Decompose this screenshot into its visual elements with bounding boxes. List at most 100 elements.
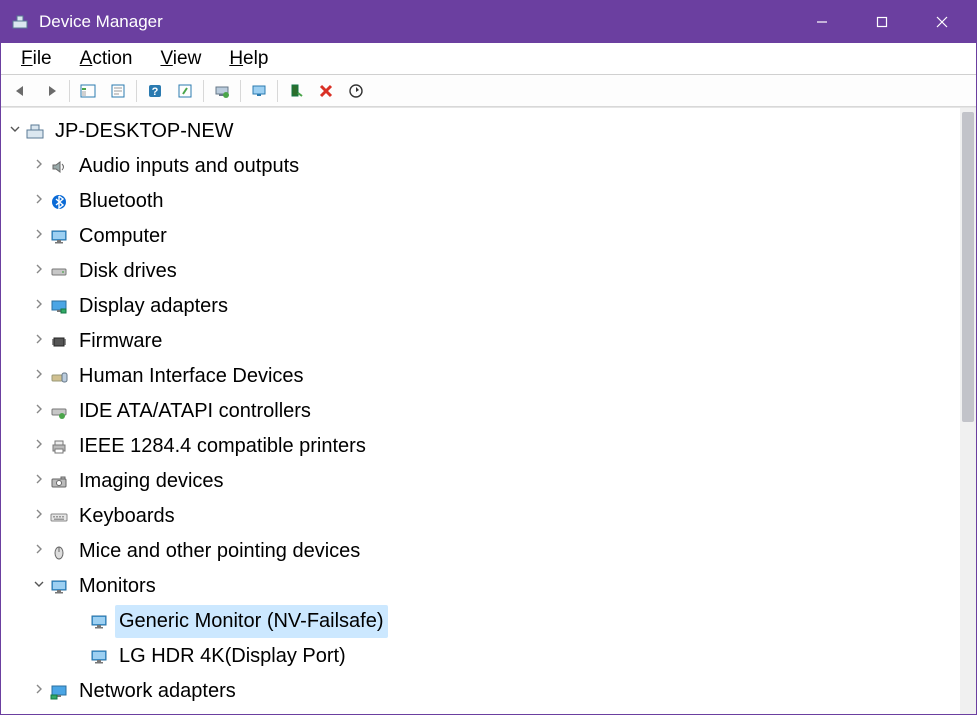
tree-category-audio[interactable]: Audio inputs and outputs <box>1 149 960 184</box>
tree-item-label: Imaging devices <box>75 465 228 498</box>
tree-item-label: Human Interface Devices <box>75 360 308 393</box>
help-icon: ? <box>147 83 163 99</box>
printer-icon <box>49 438 69 456</box>
toolbar-separator <box>203 80 204 102</box>
tree-category-ieee[interactable]: IEEE 1284.4 compatible printers <box>1 429 960 464</box>
maximize-button[interactable] <box>852 1 912 43</box>
expand-icon[interactable] <box>31 403 47 420</box>
toolbar-forward-button[interactable] <box>37 78 65 104</box>
monitor-icon <box>49 228 69 246</box>
tree-item-label: LG HDR 4K(Display Port) <box>115 640 350 673</box>
tree-category-keyboards[interactable]: Keyboards <box>1 499 960 534</box>
collapse-icon[interactable] <box>7 123 23 140</box>
vertical-scrollbar[interactable] <box>960 108 976 714</box>
expand-icon[interactable] <box>31 368 47 385</box>
content-area: JP-DESKTOP-NEWAudio inputs and outputsBl… <box>1 107 976 714</box>
tree-item-label: Audio inputs and outputs <box>75 150 303 183</box>
scrollbar-thumb[interactable] <box>962 112 974 422</box>
expand-icon[interactable] <box>31 508 47 525</box>
menu-file[interactable]: File <box>7 46 66 72</box>
tree-device-mon1[interactable]: Generic Monitor (NV-Failsafe) <box>1 604 960 639</box>
expand-icon[interactable] <box>31 473 47 490</box>
titlebar: Device Manager <box>1 1 976 43</box>
keyboard-icon <box>49 508 69 526</box>
expand-icon[interactable] <box>31 333 47 350</box>
tree-category-computer[interactable]: Computer <box>1 219 960 254</box>
collapse-icon[interactable] <box>31 578 47 595</box>
tree-category-hid[interactable]: Human Interface Devices <box>1 359 960 394</box>
tree-item-label: Keyboards <box>75 500 179 533</box>
tree-item-label: Generic Monitor (NV-Failsafe) <box>115 605 388 638</box>
toolbar: ? <box>1 75 976 107</box>
camera-icon <box>49 473 69 491</box>
tree-item-label: Firmware <box>75 325 166 358</box>
toolbar-separator <box>136 80 137 102</box>
monitor-icon <box>89 613 109 631</box>
expand-icon[interactable] <box>31 158 47 175</box>
expand-icon[interactable] <box>31 683 47 700</box>
toolbar-back-button[interactable] <box>7 78 35 104</box>
tree-item-label: Mice and other pointing devices <box>75 535 364 568</box>
toolbar-properties-button[interactable] <box>104 78 132 104</box>
toolbar-uninstall-button[interactable] <box>312 78 340 104</box>
tree-item-label: Computer <box>75 220 171 253</box>
minimize-button[interactable] <box>792 1 852 43</box>
toolbar-update-driver-button[interactable] <box>208 78 236 104</box>
svg-text:?: ? <box>152 86 159 98</box>
toolbar-enable-button[interactable] <box>282 78 310 104</box>
chip-icon <box>49 333 69 351</box>
expand-icon[interactable] <box>31 298 47 315</box>
tree-category-imaging[interactable]: Imaging devices <box>1 464 960 499</box>
tree-category-network[interactable]: Network adapters <box>1 674 960 709</box>
toolbar-help-button[interactable]: ? <box>141 78 169 104</box>
toolbar-action-button[interactable] <box>171 78 199 104</box>
toolbar-show-hide-button[interactable] <box>74 78 102 104</box>
tree-item-label: IDE ATA/ATAPI controllers <box>75 395 315 428</box>
device-tree[interactable]: JP-DESKTOP-NEWAudio inputs and outputsBl… <box>1 108 960 714</box>
monitor-refresh-icon <box>251 83 267 99</box>
expand-icon[interactable] <box>31 263 47 280</box>
close-button[interactable] <box>912 1 972 43</box>
window-title: Device Manager <box>39 12 792 32</box>
bluetooth-icon <box>49 193 69 211</box>
tree-item-label: Monitors <box>75 570 160 603</box>
menu-action[interactable]: Action <box>66 46 147 72</box>
tree-item-label: Display adapters <box>75 290 232 323</box>
app-icon <box>11 13 29 31</box>
tree-category-ide[interactable]: IDE ATA/ATAPI controllers <box>1 394 960 429</box>
properties-icon <box>110 83 126 99</box>
root-icon <box>25 123 45 141</box>
device-enable-icon <box>288 83 304 99</box>
toolbar-scan-button[interactable] <box>245 78 273 104</box>
expand-icon[interactable] <box>31 193 47 210</box>
tree-device-mon2[interactable]: LG HDR 4K(Display Port) <box>1 639 960 674</box>
expand-icon[interactable] <box>31 438 47 455</box>
menu-view[interactable]: View <box>146 46 215 72</box>
speaker-icon <box>49 158 69 176</box>
window-controls <box>792 1 972 43</box>
tree-pane-icon <box>80 83 96 99</box>
tree-category-mice[interactable]: Mice and other pointing devices <box>1 534 960 569</box>
monitor-icon <box>49 578 69 596</box>
expand-icon[interactable] <box>31 228 47 245</box>
toolbar-remove-button[interactable] <box>342 78 370 104</box>
display-adapter-icon <box>49 298 69 316</box>
tree-item-label: Disk drives <box>75 255 181 288</box>
tree-item-label: Network adapters <box>75 675 240 708</box>
tree-category-firmware[interactable]: Firmware <box>1 324 960 359</box>
tree-category-display[interactable]: Display adapters <box>1 289 960 324</box>
action-icon <box>177 83 193 99</box>
ide-icon <box>49 403 69 421</box>
tree-root[interactable]: JP-DESKTOP-NEW <box>1 114 960 149</box>
toolbar-separator <box>69 80 70 102</box>
arrow-right-icon <box>43 84 59 98</box>
menu-help[interactable]: Help <box>215 46 282 72</box>
tree-category-bluetooth[interactable]: Bluetooth <box>1 184 960 219</box>
tree-category-monitors[interactable]: Monitors <box>1 569 960 604</box>
x-red-icon <box>319 84 333 98</box>
tree-category-disk[interactable]: Disk drives <box>1 254 960 289</box>
menubar: File Action View Help <box>1 43 976 75</box>
toolbar-separator <box>277 80 278 102</box>
expand-icon[interactable] <box>31 543 47 560</box>
tree-item-label: Bluetooth <box>75 185 168 218</box>
